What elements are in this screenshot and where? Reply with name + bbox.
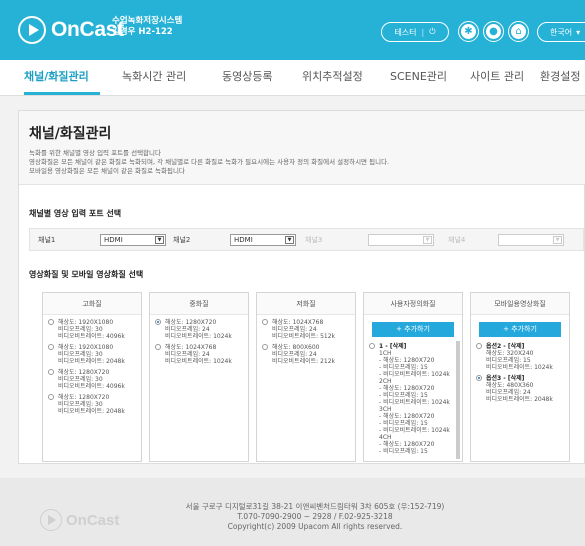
gear-icon: ✱ [461,24,476,39]
oncast-logo[interactable]: OnCast [18,16,124,44]
quality-column-high: 고화질 해상도: 1920X1080 비디오프레임: 30 비디오비트레이트: 40… [42,292,142,462]
column-title: 고화질 [43,293,141,315]
tab-video-upload[interactable]: 동영상등록 [222,68,273,84]
system-name: 수업녹화저장시스템 김경우 H2-122 [112,16,183,37]
radio-button[interactable] [48,394,54,400]
chevron-down-icon: ▾ [576,27,581,37]
radio-button[interactable] [48,344,54,350]
tab-channel-quality[interactable]: 채널/화질관리 [24,68,89,84]
channel-row: 채널1 HDMI ▼ 채널2 HDMI ▼ 채널3 ▼ 채널4 ▼ [29,228,584,251]
radio-button[interactable] [155,344,161,350]
channel-label: 채널4 [448,236,466,244]
column-title: 사용자정의화질 [364,293,462,315]
channel1-select[interactable]: HDMI ▼ [100,234,166,246]
column-title: 중화질 [150,293,248,315]
radio-button[interactable] [369,343,375,349]
chevron-down-icon: ▼ [423,236,432,244]
quality-column-mobile: 모바일용영상화질 + 추가하기 옵션2 - [삭제] 해상도: 320X240 비디… [470,292,570,462]
tab-site[interactable]: 사이트 관리 [470,68,524,84]
tab-scene[interactable]: SCENE관리 [390,68,447,84]
column-title: 모바일용영상화질 [471,293,569,315]
page-header: 채널/화질관리 녹화를 위한 채널별 영상 입력 포트를 선택합니다 영상화질은… [19,111,585,185]
channel-label: 채널2 [173,236,191,244]
user-icon: ● [486,24,501,39]
mobile-option[interactable]: 옵션3 - [삭제] 해상도: 480X360 비디오프레임: 24 비디오비트레이트… [476,375,569,403]
column-title: 저화질 [257,293,355,315]
quality-section-title: 영상화질 및 모바일 영상화질 선택 [29,270,144,279]
active-tab-indicator [24,92,100,95]
chevron-down-icon: ▼ [285,236,294,244]
tab-position-tracking[interactable]: 위치추적설정 [302,68,363,84]
language-select[interactable]: 한국어 ▾ [537,22,585,42]
channel-section-title: 채널별 영상 입력 포트 선택 [29,209,122,218]
settings-button[interactable]: ✱ [458,21,479,42]
quality-option[interactable]: 해상도: 1024X768 비디오프레임: 24 비디오비트레이트: 1024k [155,344,248,365]
tab-record-time[interactable]: 녹화시간 관리 [122,68,186,84]
main-nav: 채널/화질관리 녹화시간 관리 동영상등록 위치추적설정 SCENE관리 사이트… [0,60,585,96]
radio-button[interactable] [262,344,268,350]
mobile-option[interactable]: 옵션2 - [삭제] 해상도: 320X240 비디오프레임: 15 비디오비트레이트… [476,343,569,371]
content-panel: 채널/화질관리 녹화를 위한 채널별 영상 입력 포트를 선택합니다 영상화질은… [18,110,585,464]
channel-label: 채널3 [305,236,323,244]
quality-column-custom: 사용자정의화질 + 추가하기 1 - [삭제] 1CH - 해상도: 1280X72… [363,292,463,462]
test-power-toggle[interactable]: 테스터 | ⏻ [381,22,449,42]
home-button[interactable]: ⌂ [508,21,529,42]
quality-option[interactable]: 해상도: 1280X720 비디오프레임: 24 비디오비트레이트: 1024k [155,319,248,340]
channel-label: 채널1 [38,236,56,244]
radio-button[interactable] [262,319,268,325]
quality-option[interactable]: 해상도: 800X600 비디오프레임: 24 비디오비트레이트: 212k [262,344,355,365]
radio-button[interactable] [48,369,54,375]
quality-option[interactable]: 해상도: 1280X720 비디오프레임: 30 비디오비트레이트: 2048k [48,394,141,415]
channel3-select[interactable]: ▼ [368,234,434,246]
top-bar: OnCast 수업녹화저장시스템 김경우 H2-122 테스터 | ⏻ ✱ ● ⌂ … [0,0,585,60]
footer-logo: OnCast [40,509,119,531]
radio-button-selected[interactable] [476,375,482,381]
quality-column-low: 저화질 해상도: 1024X768 비디오프레임: 24 비디오비트레이트: 512… [256,292,356,462]
footer-address: 서울 구로구 디지털로31길 38-21 이앤씨벤처드림타워 3차 605호 (… [185,502,445,531]
channel2-select[interactable]: HDMI ▼ [230,234,296,246]
chevron-down-icon: ▼ [553,236,562,244]
quality-column-medium: 중화질 해상도: 1280X720 비디오프레임: 24 비디오비트레이트: 102… [149,292,249,462]
quality-option[interactable]: 해상도: 1920X1080 비디오프레임: 30 비디오비트레이트: 2048k [48,344,141,365]
user-button[interactable]: ● [483,21,504,42]
page-desc-line: 모바일용 영상화질은 모든 채널이 같은 화질로 녹화됩니다 [29,167,185,175]
radio-button[interactable] [48,319,54,325]
channel4-select[interactable]: ▼ [498,234,564,246]
quality-option[interactable]: 해상도: 1280X720 비디오프레임: 30 비디오비트레이트: 4096k [48,369,141,390]
add-mobile-button[interactable]: + 추가하기 [479,322,561,337]
play-logo-icon [18,16,46,44]
home-icon: ⌂ [511,24,526,39]
radio-button-selected[interactable] [155,319,161,325]
custom-option[interactable]: 1 - [삭제] 1CH - 해상도: 1280X720- 비디오프레임: 15- … [369,343,456,455]
footer: OnCast 서울 구로구 디지털로31길 38-21 이앤씨벤처드림타워 3차… [0,478,585,546]
quality-option[interactable]: 해상도: 1024X768 비디오프레임: 24 비디오비트레이트: 512k [262,319,355,340]
chevron-down-icon: ▼ [155,236,164,244]
quality-option[interactable]: 해상도: 1920X1080 비디오프레임: 30 비디오비트레이트: 4096k [48,319,141,340]
power-icon: ⏻ [429,27,436,36]
scrollbar[interactable] [456,341,460,459]
tab-settings[interactable]: 환경설정 [540,68,580,84]
page-title: 채널/화질관리 [29,126,112,142]
play-logo-icon [40,509,62,531]
add-custom-button[interactable]: + 추가하기 [372,322,454,337]
radio-button[interactable] [476,343,482,349]
